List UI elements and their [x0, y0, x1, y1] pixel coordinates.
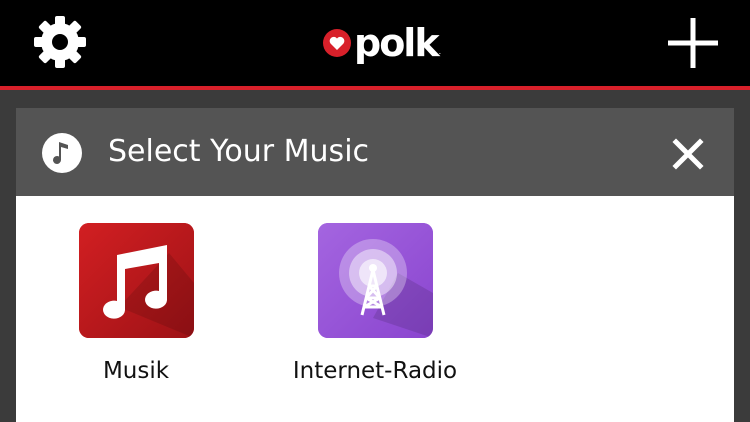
music-note-icon: [41, 132, 83, 174]
panel-header: Select Your Music: [16, 108, 734, 196]
settings-gear-icon[interactable]: [30, 12, 90, 72]
heart-logo-icon: [323, 29, 351, 57]
source-label: Musik: [102, 358, 170, 384]
radio-tower-icon: [317, 223, 433, 338]
source-musik[interactable]: Musik: [46, 223, 226, 386]
accent-divider: [0, 86, 750, 90]
top-bar: polk .: [0, 0, 750, 86]
close-icon[interactable]: [672, 138, 704, 170]
polk-logo: polk .: [322, 20, 441, 66]
select-music-panel: Select Your Music Musik Internet-Radio: [16, 108, 734, 422]
panel-title: Select Your Music: [108, 134, 370, 169]
logo-text: polk: [354, 21, 440, 65]
add-plus-icon[interactable]: [666, 16, 720, 70]
music-notes-icon: [78, 223, 194, 338]
logo-trademark: .: [438, 47, 442, 56]
source-label: Internet-Radio: [292, 358, 458, 384]
source-internet-radio[interactable]: Internet-Radio: [285, 223, 465, 386]
